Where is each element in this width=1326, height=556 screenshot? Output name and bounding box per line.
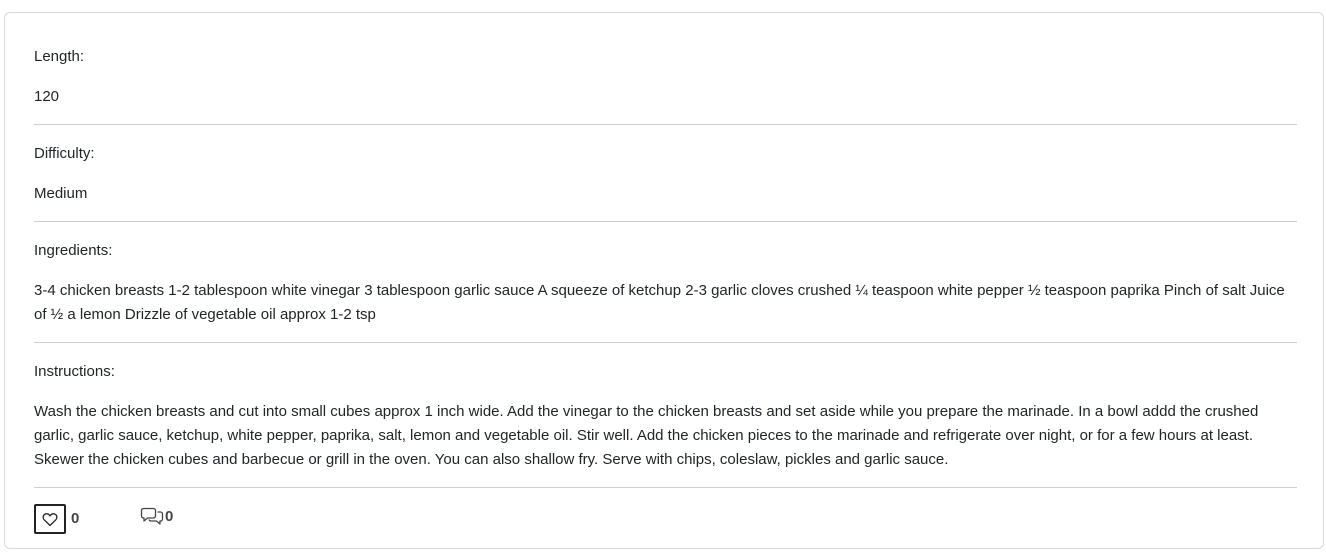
heart-icon — [42, 512, 58, 526]
comment-count: 0 — [165, 508, 174, 525]
difficulty-section: Difficulty: Medium — [34, 125, 1297, 222]
like-button[interactable] — [34, 504, 66, 534]
recipe-details-card: Length: 120 Difficulty: Medium Ingredien… — [4, 12, 1324, 549]
length-value: 120 — [34, 88, 60, 105]
recipe-details-body: Length: 120 Difficulty: Medium Ingredien… — [34, 13, 1297, 548]
length-label: Length: — [34, 48, 85, 65]
difficulty-label: Difficulty: — [34, 145, 95, 162]
ingredients-label: Ingredients: — [34, 242, 113, 259]
ingredients-section: Ingredients: 3-4 chicken breasts 1-2 tab… — [34, 222, 1297, 343]
length-section: Length: 120 — [34, 13, 1297, 125]
difficulty-value: Medium — [34, 185, 88, 202]
instructions-value: Wash the chicken breasts and cut into sm… — [34, 403, 1259, 468]
comments-icon[interactable] — [140, 506, 164, 528]
instructions-section: Instructions: Wash the chicken breasts a… — [34, 343, 1297, 488]
like-count: 0 — [71, 510, 80, 527]
ingredients-value: 3-4 chicken breasts 1-2 tablespoon white… — [34, 282, 1285, 323]
recipe-footer: 0 0 — [34, 488, 1297, 548]
instructions-label: Instructions: — [34, 363, 115, 380]
